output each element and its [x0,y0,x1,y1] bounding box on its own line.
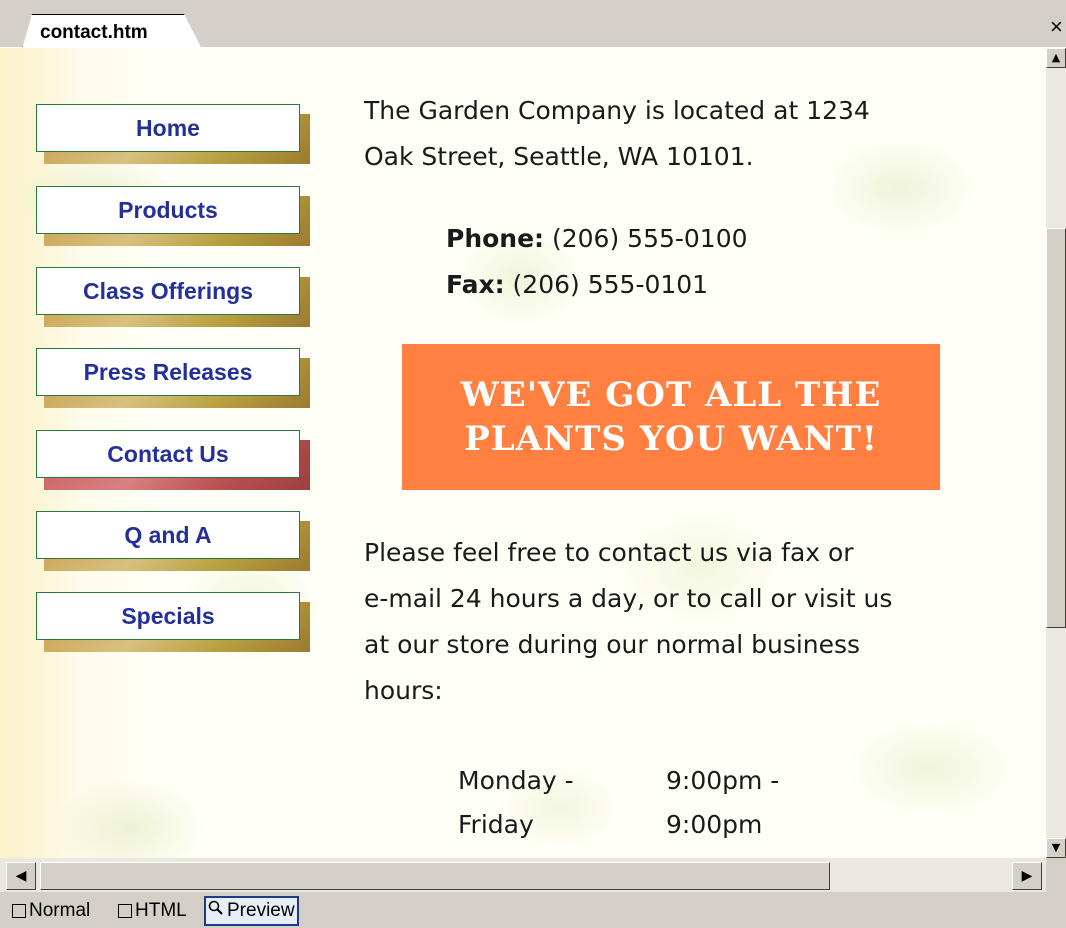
banner-line: PLANTS YOU WANT! [464,419,878,459]
hours-time: 9:00pm [666,810,763,839]
horizontal-scrollbar[interactable]: ◀ ▶ [0,858,1046,892]
nav-label: Products [118,196,218,223]
page-preview: Home Products Class Offerings Press Rele… [0,48,1046,858]
nav-label: Q and A [124,521,212,548]
nav-label: Press Releases [83,358,253,385]
button-face[interactable]: Class Offerings [36,267,300,315]
address-line: Oak Street, Seattle, WA 10101. [364,142,754,171]
tab-normal-label: Normal [29,900,91,921]
nav-class-offerings-button[interactable]: Class Offerings [36,267,310,327]
button-face[interactable]: Home [36,104,300,152]
phone-value: (206) 555-0100 [544,224,748,253]
hours-days: Friday [458,810,534,839]
magnifier-icon [208,900,224,922]
banner-line: WE'VE GOT ALL THE [460,375,882,415]
nav-q-and-a-button[interactable]: Q and A [36,511,310,571]
vertical-scrollbar[interactable]: ▲ ▼ [1046,48,1066,858]
nav-specials-button[interactable]: Specials [36,592,310,652]
document-tab-label[interactable]: contact.htm [40,22,148,44]
button-face[interactable]: Specials [36,592,300,640]
phone-label: Phone: [446,224,545,253]
nav-products-button[interactable]: Products [36,186,310,246]
html-view-icon [118,904,132,918]
view-mode-bar: Normal HTML Preview [0,892,1066,928]
scroll-right-icon[interactable]: ▶ [1012,862,1042,890]
hours-days: Monday - [458,766,574,795]
horizontal-scroll-thumb[interactable] [40,862,830,890]
tab-html-label: HTML [135,900,187,921]
scrollbar-corner [1046,858,1066,892]
scroll-up-icon[interactable]: ▲ [1046,48,1066,68]
tab-html[interactable]: HTML [116,896,189,926]
nav-contact-us-button[interactable]: Contact Us [36,430,310,490]
close-icon[interactable]: × [1050,16,1063,38]
tab-preview[interactable]: Preview [204,896,299,926]
nav-label: Home [136,114,200,141]
button-face[interactable]: Products [36,186,300,234]
vertical-scroll-thumb[interactable] [1046,228,1066,628]
nav-label: Class Offerings [83,277,253,304]
tab-preview-label: Preview [227,900,295,921]
fax-value: (206) 555-0101 [504,270,709,299]
hours-time: 9:00pm - [666,766,780,795]
address-paragraph: The Garden Company is located at 1234 Oa… [364,88,870,180]
banner-text: WE'VE GOT ALL THE PLANTS YOU WANT! [461,373,882,461]
nav-home-button[interactable]: Home [36,104,310,164]
fax-label: Fax: [446,270,505,299]
scroll-left-icon[interactable]: ◀ [6,862,36,890]
button-face[interactable]: Q and A [36,511,300,559]
contact-line: Please feel free to contact us via fax o… [364,538,854,567]
normal-view-icon [12,904,26,918]
button-face[interactable]: Press Releases [36,348,300,396]
document-tab-strip: contact.htm × [0,0,1066,48]
nav-press-releases-button[interactable]: Press Releases [36,348,310,408]
contact-line: e-mail 24 hours a day, or to call or vis… [364,584,893,613]
button-face[interactable]: Contact Us [36,430,300,478]
nav-label: Contact Us [107,440,229,467]
scroll-down-icon[interactable]: ▼ [1046,838,1066,858]
contact-paragraph: Please feel free to contact us via fax o… [364,530,892,714]
address-line: The Garden Company is located at 1234 [364,96,870,125]
fax-line: Fax: (206) 555-0101 [446,270,708,299]
phone-line: Phone: (206) 555-0100 [446,224,748,253]
tab-normal[interactable]: Normal [10,896,92,926]
nav-label: Specials [121,602,215,629]
contact-line: at our store during our normal business [364,630,861,659]
contact-line: hours: [364,676,443,705]
promo-banner: WE'VE GOT ALL THE PLANTS YOU WANT! [402,344,940,490]
